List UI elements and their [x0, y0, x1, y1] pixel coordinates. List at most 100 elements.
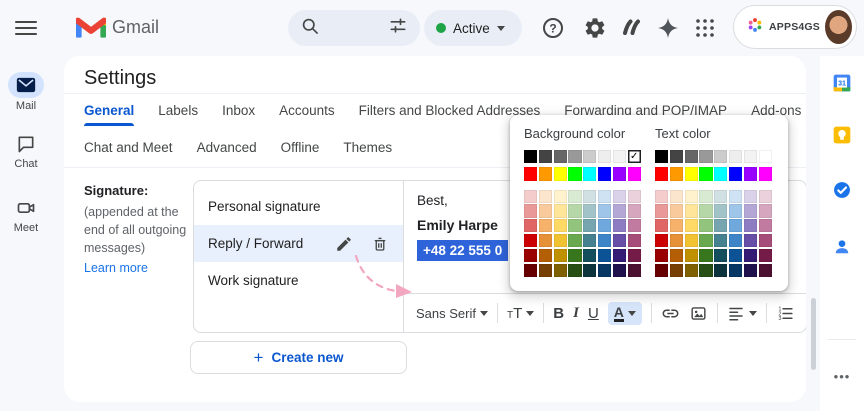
background-color-swatch[interactable] — [597, 204, 612, 218]
text-color-swatch[interactable] — [728, 167, 743, 181]
text-color-swatch[interactable] — [669, 233, 684, 248]
text-color-button[interactable]: A — [607, 301, 642, 325]
text-color-swatch[interactable] — [714, 189, 728, 203]
background-color-swatch[interactable] — [627, 219, 641, 233]
background-color-swatch[interactable] — [583, 233, 597, 248]
text-color-swatch[interactable] — [758, 263, 772, 277]
background-color-swatch[interactable] — [597, 263, 612, 277]
background-color-swatch[interactable] — [597, 150, 612, 164]
background-color-swatch[interactable] — [627, 263, 641, 277]
tab-advanced[interactable]: Advanced — [197, 140, 257, 163]
signature-item-reply-forward[interactable]: Reply / Forward — [194, 225, 403, 262]
tab-general[interactable]: General — [84, 103, 135, 126]
background-color-swatch[interactable] — [612, 167, 627, 181]
underline-button[interactable]: U — [588, 305, 599, 322]
background-color-swatch[interactable] — [524, 167, 538, 181]
help-button[interactable]: ? — [541, 16, 565, 40]
text-color-swatch[interactable] — [655, 204, 669, 218]
background-color-swatch[interactable] — [583, 167, 597, 181]
text-color-swatch[interactable] — [655, 248, 669, 263]
text-color-swatch[interactable] — [758, 219, 772, 233]
text-color-swatch[interactable] — [743, 263, 758, 277]
text-color-swatch[interactable] — [728, 219, 743, 233]
insert-link-button[interactable] — [661, 304, 680, 323]
sidebar-item-meet[interactable] — [16, 198, 36, 218]
background-color-swatch[interactable] — [553, 204, 567, 218]
search-filters-icon[interactable] — [388, 16, 408, 41]
background-color-swatch[interactable] — [627, 233, 641, 248]
background-color-swatch[interactable] — [553, 167, 567, 181]
background-color-swatch[interactable] — [583, 204, 597, 218]
background-color-swatch[interactable] — [553, 219, 567, 233]
background-color-swatch[interactable] — [597, 167, 612, 181]
text-color-swatch[interactable] — [699, 233, 713, 248]
text-color-swatch[interactable] — [714, 263, 728, 277]
background-color-swatch[interactable] — [538, 248, 553, 263]
background-color-swatch[interactable] — [612, 263, 627, 277]
calendar-app-button[interactable]: 31 — [832, 73, 852, 93]
text-color-swatch[interactable] — [714, 204, 728, 218]
background-color-swatch[interactable] — [568, 167, 582, 181]
background-color-swatch[interactable] — [627, 167, 641, 181]
background-color-swatch[interactable] — [612, 150, 627, 164]
text-color-swatch[interactable] — [758, 150, 772, 164]
text-color-swatch[interactable] — [758, 204, 772, 218]
text-color-swatch[interactable] — [714, 150, 728, 164]
availability-status-dropdown[interactable]: Active — [424, 10, 522, 46]
background-color-swatch[interactable] — [627, 204, 641, 218]
background-color-swatch[interactable] — [553, 150, 567, 164]
background-color-swatch[interactable] — [568, 189, 582, 203]
tab-accounts[interactable]: Accounts — [279, 103, 335, 126]
text-color-swatch[interactable] — [728, 233, 743, 248]
text-color-swatch[interactable] — [684, 189, 698, 203]
text-color-swatch[interactable] — [669, 263, 684, 277]
text-color-swatch[interactable] — [743, 248, 758, 263]
background-color-swatch[interactable]: ✓ — [627, 150, 641, 164]
text-color-swatch[interactable] — [684, 219, 698, 233]
tab-inbox[interactable]: Inbox — [222, 103, 255, 126]
background-color-swatch[interactable] — [612, 189, 627, 203]
insert-image-button[interactable] — [689, 304, 708, 323]
background-color-swatch[interactable] — [568, 219, 582, 233]
learn-more-link[interactable]: Learn more — [84, 261, 200, 275]
sidebar-item-chat[interactable] — [16, 134, 36, 154]
text-color-swatch[interactable] — [714, 219, 728, 233]
text-color-swatch[interactable] — [669, 204, 684, 218]
numbered-list-button[interactable]: 123 — [776, 304, 795, 323]
background-color-swatch[interactable] — [553, 233, 567, 248]
text-color-swatch[interactable] — [728, 150, 743, 164]
text-color-swatch[interactable] — [684, 248, 698, 263]
text-color-swatch[interactable] — [669, 248, 684, 263]
text-color-swatch[interactable] — [655, 263, 669, 277]
background-color-swatch[interactable] — [583, 189, 597, 203]
background-color-swatch[interactable] — [612, 204, 627, 218]
scrollbar-thumb[interactable] — [811, 298, 816, 370]
search-bar[interactable] — [288, 10, 420, 46]
background-color-swatch[interactable] — [524, 263, 538, 277]
background-color-swatch[interactable] — [612, 219, 627, 233]
sidebar-item-mail[interactable] — [8, 72, 44, 98]
google-apps-button[interactable] — [693, 16, 717, 40]
account-button[interactable]: APPS4GS — [733, 5, 857, 49]
text-color-swatch[interactable] — [714, 248, 728, 263]
background-color-swatch[interactable] — [627, 189, 641, 203]
search-icon[interactable] — [300, 16, 320, 41]
text-color-swatch[interactable] — [699, 248, 713, 263]
background-color-swatch[interactable] — [538, 204, 553, 218]
settings-gear-button[interactable] — [583, 16, 607, 40]
signature-item-personal[interactable]: Personal signature — [194, 188, 403, 225]
create-new-signature-button[interactable]: + Create new — [190, 341, 407, 374]
background-color-swatch[interactable] — [568, 263, 582, 277]
background-color-swatch[interactable] — [538, 219, 553, 233]
background-color-swatch[interactable] — [627, 248, 641, 263]
text-color-swatch[interactable] — [699, 204, 713, 218]
tasks-app-button[interactable] — [832, 180, 852, 200]
text-color-swatch[interactable] — [699, 189, 713, 203]
background-color-swatch[interactable] — [538, 189, 553, 203]
edit-signature-button[interactable] — [335, 235, 353, 253]
background-color-swatch[interactable] — [524, 189, 538, 203]
italic-button[interactable]: I — [573, 305, 579, 322]
font-size-dropdown[interactable]: TT — [507, 305, 535, 322]
background-color-swatch[interactable] — [612, 248, 627, 263]
text-color-swatch[interactable] — [758, 248, 772, 263]
